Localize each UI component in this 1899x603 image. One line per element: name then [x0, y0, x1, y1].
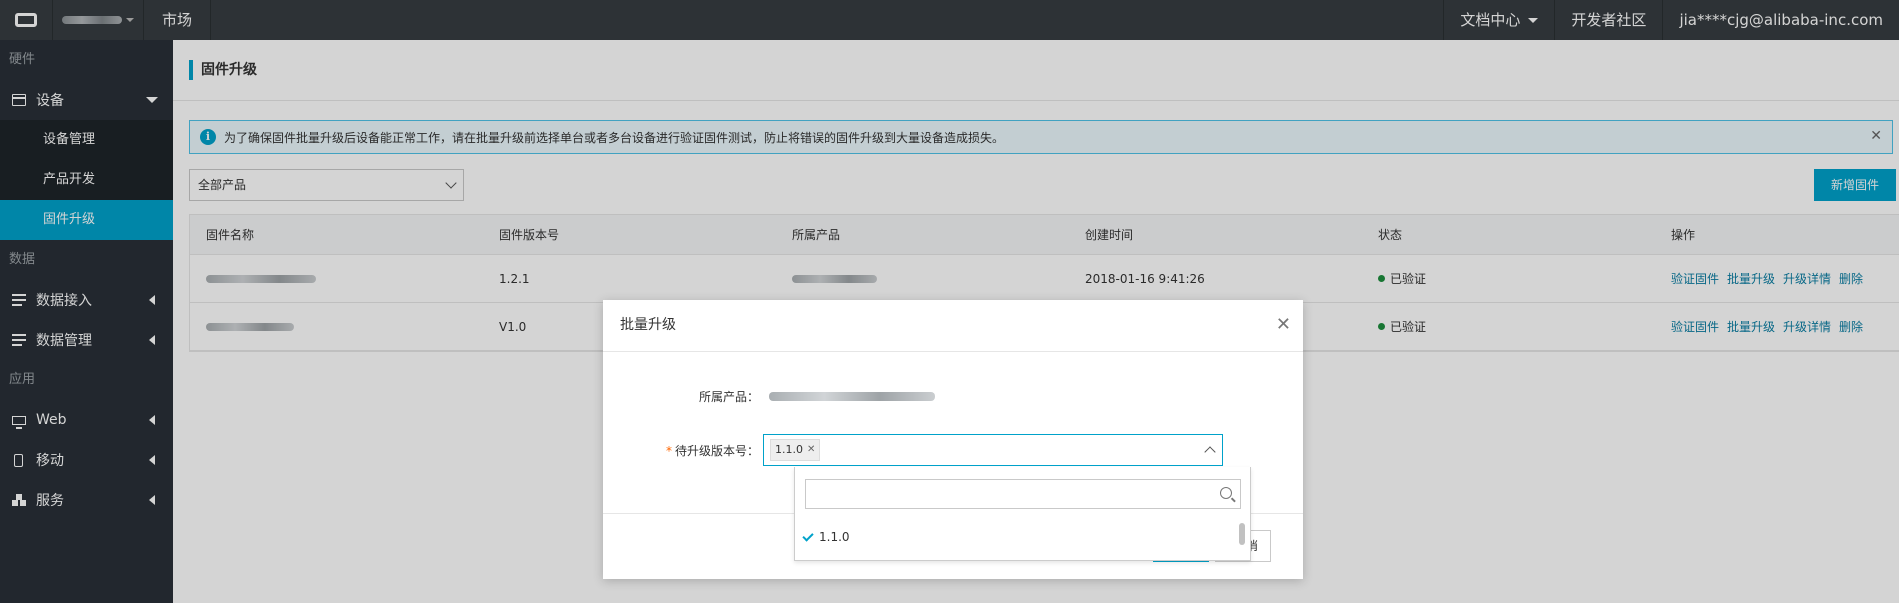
chevron-up-icon	[1204, 446, 1216, 458]
check-icon	[802, 530, 814, 542]
version-label-text: 待升级版本号：	[674, 443, 759, 458]
selected-version-tag: 1.1.0 ✕	[770, 439, 821, 461]
search-icon	[1220, 487, 1232, 499]
version-row: * 待升级版本号： 1.1.0 ✕	[603, 434, 1223, 466]
dialog-title: 批量升级	[620, 317, 676, 333]
dialog-header: 批量升级 ✕	[603, 300, 1303, 352]
version-multiselect[interactable]: 1.1.0 ✕	[763, 434, 1223, 466]
version-label: * 待升级版本号：	[603, 442, 763, 459]
required-asterisk: *	[665, 443, 672, 458]
option-label: 1.1.0	[819, 530, 850, 544]
close-icon[interactable]: ✕	[1276, 300, 1291, 350]
scrollbar-thumb[interactable]	[1239, 523, 1245, 545]
redacted-product	[769, 391, 935, 401]
version-dropdown: 1.1.0	[794, 467, 1251, 561]
dropdown-search-field[interactable]	[805, 479, 1241, 509]
remove-tag-icon[interactable]: ✕	[807, 440, 815, 460]
dropdown-search-input[interactable]	[806, 480, 1206, 508]
dropdown-option[interactable]: 1.1.0	[797, 525, 850, 549]
product-row: 所属产品：	[603, 386, 935, 406]
tag-label: 1.1.0	[775, 443, 803, 456]
product-label: 所属产品：	[698, 389, 759, 404]
